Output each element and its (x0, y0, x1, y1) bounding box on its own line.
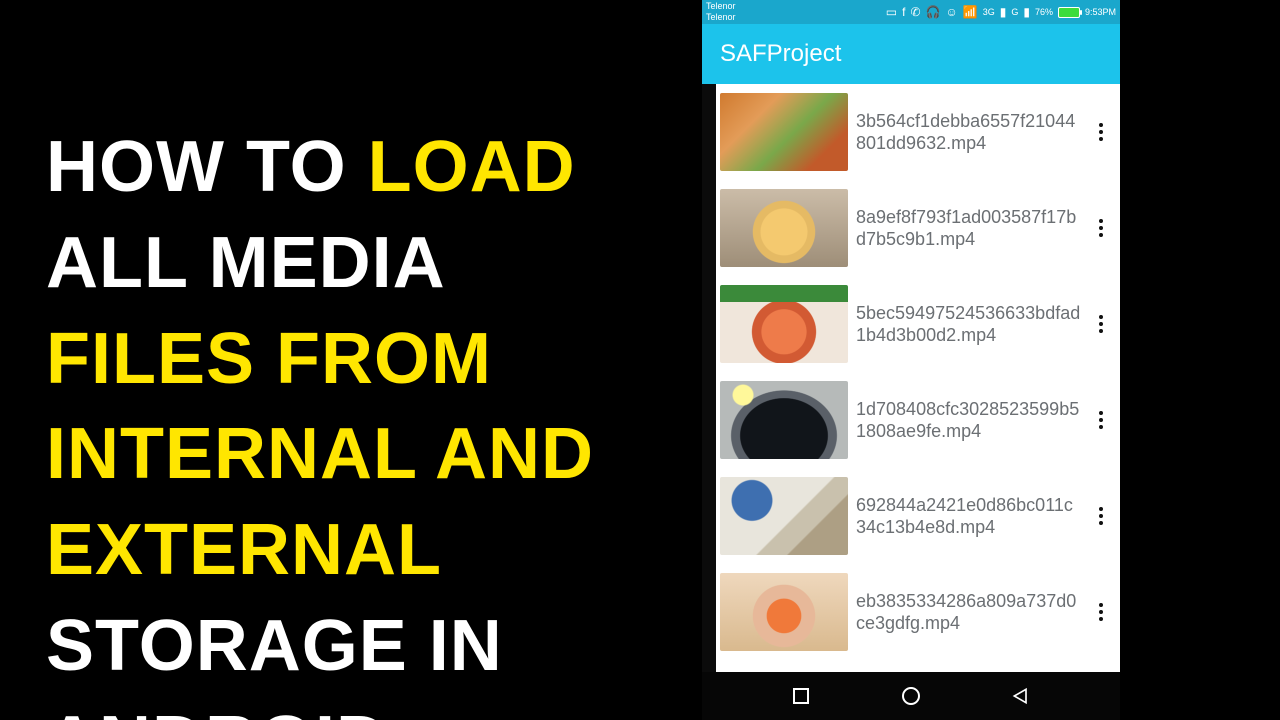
carrier-1: Telenor (706, 2, 736, 11)
battery-icon (1058, 7, 1080, 18)
file-name: 5bec59497524536633bdfad1b4d3b00d2.mp4 (856, 302, 1082, 347)
signal-2-icon: ▮ (1023, 5, 1030, 19)
app-bar: SAFProject (702, 24, 1120, 84)
chat-icon: ▭ (886, 5, 897, 19)
stage: HOW TO LOAD ALL MEDIA FILES FROM INTERNA… (0, 0, 1280, 720)
facebook-icon: f (902, 5, 905, 19)
file-list: 3b564cf1debba6557f21044801dd9632.mp4 8a9… (716, 84, 1120, 660)
more-icon[interactable] (1090, 411, 1112, 429)
more-icon[interactable] (1090, 219, 1112, 237)
file-name: 8a9ef8f793f1ad003587f17bd7b5c9b1.mp4 (856, 206, 1082, 251)
nav-back-button[interactable] (1010, 685, 1032, 707)
carrier-2: Telenor (706, 13, 736, 22)
list-item[interactable]: 5bec59497524536633bdfad1b4d3b00d2.mp4 (716, 276, 1120, 372)
status-bar: Telenor Telenor ▭ f ✆ 🎧 ☺ 📶 3G ▮ G ▮ 76%… (702, 0, 1120, 24)
more-icon[interactable] (1090, 507, 1112, 525)
more-icon[interactable] (1090, 603, 1112, 621)
headline: HOW TO LOAD ALL MEDIA FILES FROM INTERNA… (46, 120, 666, 720)
more-icon[interactable] (1090, 315, 1112, 333)
video-thumbnail (720, 573, 848, 651)
screen[interactable]: 3b564cf1debba6557f21044801dd9632.mp4 8a9… (716, 84, 1120, 672)
status-time: 9:53PM (1085, 7, 1116, 17)
list-item[interactable]: 8a9ef8f793f1ad003587f17bd7b5c9b1.mp4 (716, 180, 1120, 276)
status-carrier: Telenor Telenor (706, 2, 736, 22)
network-g-icon: G (1011, 7, 1018, 17)
file-name: 692844a2421e0d86bc011c34c13b4e8d.mp4 (856, 494, 1082, 539)
headphones-icon: 🎧 (926, 5, 941, 19)
list-item[interactable]: 3b564cf1debba6557f21044801dd9632.mp4 (716, 84, 1120, 180)
video-thumbnail (720, 93, 848, 171)
headline-part-1: HOW TO (46, 127, 368, 207)
headline-part-2: ALL MEDIA (46, 223, 443, 303)
app-title: SAFProject (720, 40, 841, 68)
headline-part-3: STORAGE IN ANDROID STUDIO (46, 606, 503, 720)
status-right: ▭ f ✆ 🎧 ☺ 📶 3G ▮ G ▮ 76% 9:53PM (886, 5, 1116, 19)
video-thumbnail (720, 285, 848, 363)
nav-home-button[interactable] (900, 685, 922, 707)
headline-highlight-2: FILES FROM INTERNAL AND EXTERNAL (46, 319, 594, 591)
video-thumbnail (720, 189, 848, 267)
nav-recent-button[interactable] (790, 685, 812, 707)
video-thumbnail (720, 477, 848, 555)
snapchat-icon: ☺ (945, 5, 957, 19)
file-name: 3b564cf1debba6557f21044801dd9632.mp4 (856, 110, 1082, 155)
wifi-icon: 📶 (963, 5, 978, 19)
phone-frame: Telenor Telenor ▭ f ✆ 🎧 ☺ 📶 3G ▮ G ▮ 76%… (702, 0, 1120, 720)
file-name: 1d708408cfc3028523599b51808ae9fe.mp4 (856, 398, 1082, 443)
list-item[interactable]: eb3835334286a809a737d0ce3gdfg.mp4 (716, 564, 1120, 660)
battery-pct: 76% (1035, 7, 1053, 17)
video-thumbnail (720, 381, 848, 459)
nav-bar (702, 672, 1120, 720)
list-item[interactable]: 692844a2421e0d86bc011c34c13b4e8d.mp4 (716, 468, 1120, 564)
more-icon[interactable] (1090, 123, 1112, 141)
file-name: eb3835334286a809a737d0ce3gdfg.mp4 (856, 590, 1082, 635)
headline-highlight-1: LOAD (368, 127, 576, 207)
signal-1-icon: ▮ (1000, 5, 1007, 19)
whatsapp-icon: ✆ (910, 5, 920, 19)
network-3g-icon: 3G (983, 7, 995, 17)
list-item[interactable]: 1d708408cfc3028523599b51808ae9fe.mp4 (716, 372, 1120, 468)
